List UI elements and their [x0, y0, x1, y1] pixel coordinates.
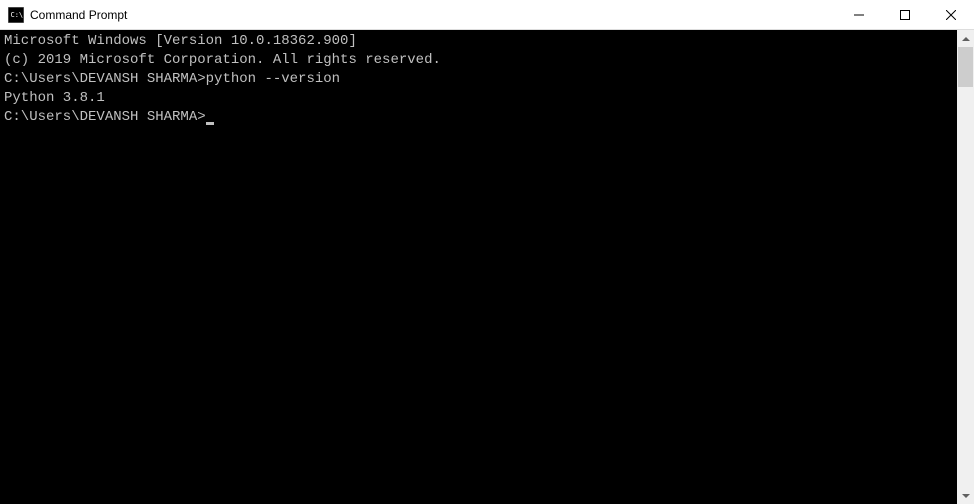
scroll-down-button[interactable] [957, 487, 974, 504]
scroll-up-button[interactable] [957, 30, 974, 47]
terminal-output[interactable]: Microsoft Windows [Version 10.0.18362.90… [0, 30, 957, 504]
titlebar[interactable]: C:\ Command Prompt [0, 0, 974, 30]
maximize-button[interactable] [882, 0, 928, 29]
prompt-text: C:\Users\DEVANSH SHARMA> [4, 71, 206, 87]
prompt-text: C:\Users\DEVANSH SHARMA> [4, 109, 206, 125]
command-prompt-window: C:\ Command Prompt Microsoft Windows [Ve… [0, 0, 974, 504]
terminal-line: Python 3.8.1 [4, 89, 953, 108]
svg-text:C:\: C:\ [11, 11, 24, 19]
window-controls [836, 0, 974, 29]
cmd-icon: C:\ [8, 7, 24, 23]
terminal-line: C:\Users\DEVANSH SHARMA>python --version [4, 70, 953, 89]
terminal-line: (c) 2019 Microsoft Corporation. All righ… [4, 51, 953, 70]
command-text: python --version [206, 71, 340, 87]
scrollbar-thumb[interactable] [958, 47, 973, 87]
terminal-line: Microsoft Windows [Version 10.0.18362.90… [4, 32, 953, 51]
vertical-scrollbar[interactable] [957, 30, 974, 504]
window-title: Command Prompt [30, 8, 836, 22]
terminal-line: C:\Users\DEVANSH SHARMA> [4, 108, 953, 127]
terminal-container: Microsoft Windows [Version 10.0.18362.90… [0, 30, 974, 504]
cursor-icon [206, 122, 214, 125]
close-button[interactable] [928, 0, 974, 29]
minimize-button[interactable] [836, 0, 882, 29]
